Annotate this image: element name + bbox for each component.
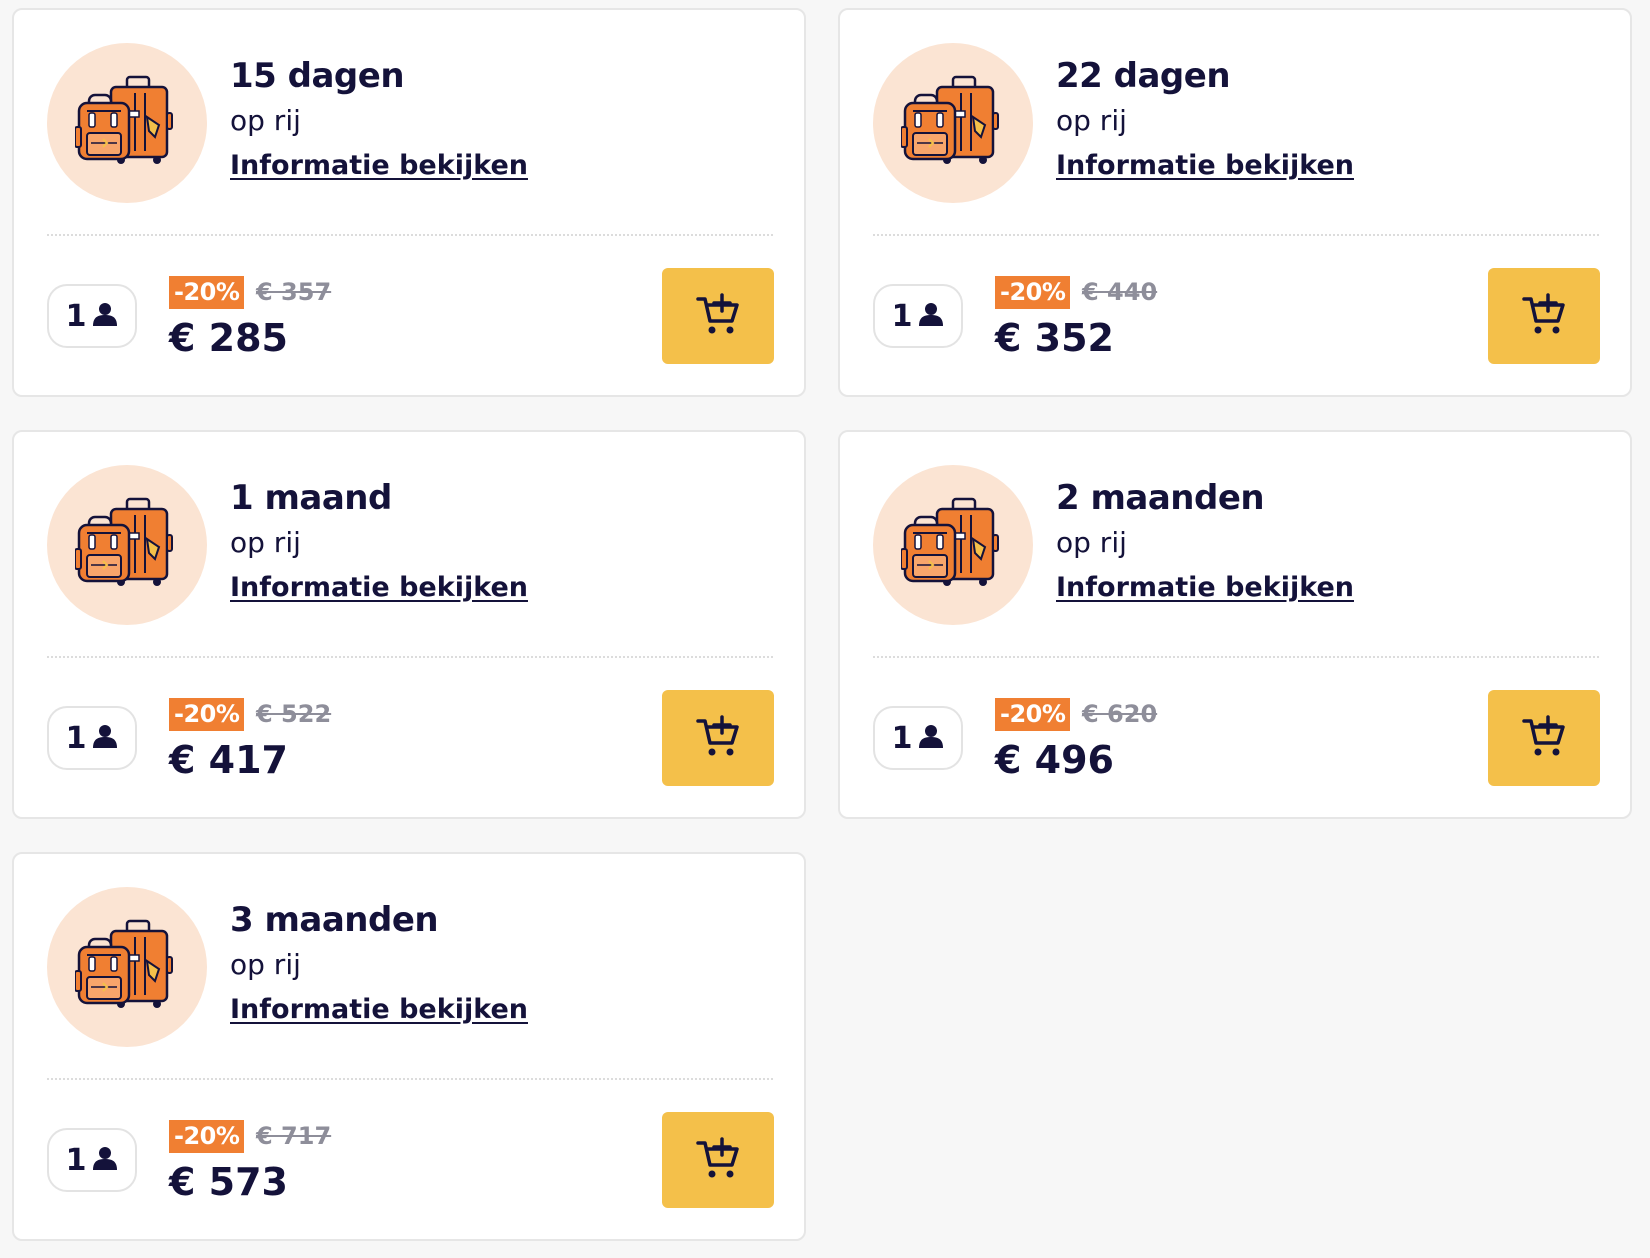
original-price: € 620 — [1082, 700, 1158, 728]
luggage-icon — [47, 465, 207, 625]
info-link[interactable]: Informatie bekijken — [230, 150, 528, 181]
pass-title: 1 maand — [230, 478, 392, 518]
discount-badge: -20% — [169, 698, 245, 731]
person-count: 1 — [65, 1142, 87, 1178]
pass-subtitle: op rij — [230, 948, 301, 981]
info-link[interactable]: Informatie bekijken — [1056, 572, 1354, 603]
person-count-selector[interactable]: 1 — [47, 706, 137, 770]
person-count-selector[interactable]: 1 — [873, 706, 963, 770]
pass-subtitle: op rij — [1056, 526, 1127, 559]
pass-card-1: 22 dagen op rij Informatie bekijken 1 -2… — [838, 8, 1632, 397]
add-to-cart-icon — [696, 715, 740, 761]
add-to-cart-button[interactable] — [662, 690, 774, 786]
discounted-price: € 417 — [169, 738, 288, 782]
original-price: € 357 — [256, 278, 332, 306]
pass-card-0: 15 dagen op rij Informatie bekijken 1 -2… — [12, 8, 806, 397]
pass-card-2: 1 maand op rij Informatie bekijken 1 -20… — [12, 430, 806, 819]
add-to-cart-button[interactable] — [662, 268, 774, 364]
person-count: 1 — [891, 298, 913, 334]
pass-title: 3 maanden — [230, 900, 439, 940]
add-to-cart-icon — [1522, 715, 1566, 761]
divider — [873, 234, 1599, 236]
pass-title: 2 maanden — [1056, 478, 1265, 518]
person-count: 1 — [65, 298, 87, 334]
add-to-cart-icon — [696, 1137, 740, 1183]
discounted-price: € 496 — [995, 738, 1114, 782]
info-link[interactable]: Informatie bekijken — [1056, 150, 1354, 181]
info-link[interactable]: Informatie bekijken — [230, 994, 528, 1025]
pass-card-4: 3 maanden op rij Informatie bekijken 1 -… — [12, 852, 806, 1241]
add-to-cart-button[interactable] — [1488, 690, 1600, 786]
discount-badge: -20% — [169, 1120, 245, 1153]
luggage-icon — [873, 465, 1033, 625]
original-price: € 717 — [256, 1122, 332, 1150]
discount-badge: -20% — [995, 276, 1071, 309]
pass-title: 22 dagen — [1056, 56, 1231, 96]
add-to-cart-icon — [1522, 293, 1566, 339]
add-to-cart-button[interactable] — [1488, 268, 1600, 364]
pass-subtitle: op rij — [230, 104, 301, 137]
divider — [47, 656, 773, 658]
info-link[interactable]: Informatie bekijken — [230, 572, 528, 603]
divider — [873, 656, 1599, 658]
discounted-price: € 285 — [169, 316, 288, 360]
add-to-cart-icon — [696, 293, 740, 339]
person-count: 1 — [65, 720, 87, 756]
person-count-selector[interactable]: 1 — [47, 284, 137, 348]
pass-card-grid: 15 dagen op rij Informatie bekijken 1 -2… — [0, 0, 1650, 1258]
discount-badge: -20% — [169, 276, 245, 309]
luggage-icon — [873, 43, 1033, 203]
person-icon — [92, 1146, 118, 1174]
luggage-icon — [47, 43, 207, 203]
discount-badge: -20% — [995, 698, 1071, 731]
pass-subtitle: op rij — [1056, 104, 1127, 137]
person-count: 1 — [891, 720, 913, 756]
luggage-icon — [47, 887, 207, 1047]
original-price: € 440 — [1082, 278, 1158, 306]
original-price: € 522 — [256, 700, 332, 728]
person-icon — [918, 724, 944, 752]
pass-title: 15 dagen — [230, 56, 405, 96]
person-count-selector[interactable]: 1 — [47, 1128, 137, 1192]
discounted-price: € 352 — [995, 316, 1114, 360]
person-icon — [92, 724, 118, 752]
person-icon — [918, 302, 944, 330]
divider — [47, 234, 773, 236]
add-to-cart-button[interactable] — [662, 1112, 774, 1208]
person-count-selector[interactable]: 1 — [873, 284, 963, 348]
discounted-price: € 573 — [169, 1160, 288, 1204]
pass-subtitle: op rij — [230, 526, 301, 559]
person-icon — [92, 302, 118, 330]
divider — [47, 1078, 773, 1080]
pass-card-3: 2 maanden op rij Informatie bekijken 1 -… — [838, 430, 1632, 819]
